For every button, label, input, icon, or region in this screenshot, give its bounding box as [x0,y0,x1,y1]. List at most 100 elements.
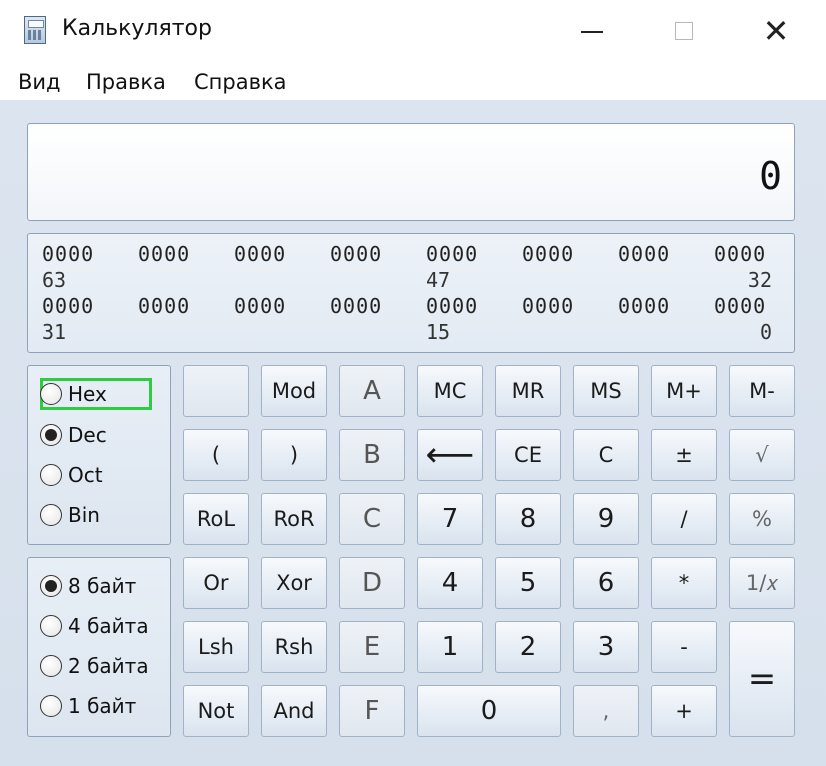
xor-button[interactable]: Xor [261,557,327,609]
radio-label: 1 байт [68,694,137,718]
bit-nibble[interactable]: 0000 [618,242,670,266]
hex-f-button[interactable]: F [339,685,405,737]
not-button[interactable]: Not [183,685,249,737]
radio-label: 4 байта [68,614,149,638]
radio-label: Oct [68,463,103,487]
bit-nibble[interactable]: 0000 [714,294,766,318]
radio-bin[interactable]: Bin [40,500,100,530]
radio-hex[interactable]: Hex [40,379,107,409]
digit-6-button[interactable]: 6 [573,557,639,609]
bit-nibble[interactable]: 0000 [42,242,94,266]
digit-4-button[interactable]: 4 [417,557,483,609]
window-title: Калькулятор [62,16,212,41]
radio-8-bytes[interactable]: 8 байт [40,571,136,601]
radio-unchecked-icon [40,615,62,637]
digit-8-button[interactable]: 8 [495,493,561,545]
hex-d-button[interactable]: D [339,557,405,609]
mod-button[interactable]: Mod [261,365,327,417]
bit-nibble[interactable]: 0000 [138,294,190,318]
radio-checked-icon [40,575,62,597]
left-paren-button[interactable]: ( [183,429,249,481]
hex-b-button[interactable]: B [339,429,405,481]
radio-unchecked-icon [40,464,62,486]
bit-nibble[interactable]: 0000 [426,294,478,318]
bit-nibble[interactable]: 0000 [234,294,286,318]
close-button[interactable]: ✕ [730,0,822,62]
blank-button[interactable] [183,365,249,417]
radio-1-byte[interactable]: 1 байт [40,691,136,721]
radio-4-bytes[interactable]: 4 байта [40,611,149,641]
and-button[interactable]: And [261,685,327,737]
radio-oct[interactable]: Oct [40,460,103,490]
close-icon: ✕ [762,12,790,50]
hex-c-button[interactable]: C [339,493,405,545]
add-button[interactable]: + [651,685,717,737]
display-value: 0 [759,154,782,198]
digit-7-button[interactable]: 7 [417,493,483,545]
decimal-button[interactable]: , [573,685,639,737]
backspace-button[interactable]: ⟵ [417,429,483,481]
ror-button[interactable]: RoR [261,493,327,545]
digit-5-button[interactable]: 5 [495,557,561,609]
radio-label: Bin [68,503,100,527]
ce-button[interactable]: CE [495,429,561,481]
m-minus-button[interactable]: M- [729,365,795,417]
maximize-button[interactable] [638,0,730,62]
bit-nibble[interactable]: 0000 [426,242,478,266]
bit-index: 31 [42,320,67,344]
word-size-group: 8 байт 4 байта 2 байта 1 байт [27,557,171,737]
or-button[interactable]: Or [183,557,249,609]
mr-button[interactable]: MR [495,365,561,417]
bit-display: 0000 0000 0000 0000 0000 0000 0000 0000 … [27,233,795,353]
minimize-button[interactable] [546,0,638,62]
plus-minus-button[interactable]: ± [651,429,717,481]
menu-view[interactable]: Вид [18,70,61,94]
radio-2-bytes[interactable]: 2 байта [40,651,149,681]
multiply-button[interactable]: * [651,557,717,609]
radio-dec[interactable]: Dec [40,420,107,450]
equals-button[interactable]: = [729,621,795,737]
percent-button[interactable]: % [729,493,795,545]
backspace-arrow-icon: ⟵ [425,435,475,475]
bit-nibble[interactable]: 0000 [42,294,94,318]
rsh-button[interactable]: Rsh [261,621,327,673]
calculator-app-icon [24,16,46,44]
divide-button[interactable]: / [651,493,717,545]
hex-a-button[interactable]: A [339,365,405,417]
bit-nibble[interactable]: 0000 [234,242,286,266]
digit-9-button[interactable]: 9 [573,493,639,545]
menu-edit[interactable]: Правка [86,70,166,94]
bit-nibble[interactable]: 0000 [714,242,766,266]
calculator-body: 0 0000 0000 0000 0000 0000 0000 0000 000… [0,100,826,766]
radio-label: 2 байта [68,654,149,678]
bit-nibble[interactable]: 0000 [522,294,574,318]
subtract-button[interactable]: - [651,621,717,673]
maximize-icon [675,22,693,40]
bit-nibble[interactable]: 0000 [522,242,574,266]
m-plus-button[interactable]: M+ [651,365,717,417]
ms-button[interactable]: MS [573,365,639,417]
reciprocal-button[interactable]: 1/𝑥 [729,557,795,609]
radio-label: 8 байт [68,574,137,598]
lsh-button[interactable]: Lsh [183,621,249,673]
hex-e-button[interactable]: E [339,621,405,673]
mc-button[interactable]: MC [417,365,483,417]
bit-nibble[interactable]: 0000 [138,242,190,266]
bit-index: 32 [747,268,772,292]
clear-button[interactable]: C [573,429,639,481]
digit-0-button[interactable]: 0 [417,685,561,737]
radio-unchecked-icon [40,383,62,405]
digit-3-button[interactable]: 3 [573,621,639,673]
menu-bar: Вид Правка Справка [0,62,826,100]
bit-nibble[interactable]: 0000 [330,242,382,266]
digit-1-button[interactable]: 1 [417,621,483,673]
menu-help[interactable]: Справка [194,70,287,94]
digit-2-button[interactable]: 2 [495,621,561,673]
radio-unchecked-icon [40,655,62,677]
bit-nibble[interactable]: 0000 [330,294,382,318]
right-paren-button[interactable]: ) [261,429,327,481]
bit-nibble[interactable]: 0000 [618,294,670,318]
sqrt-button[interactable]: √ [729,429,795,481]
rol-button[interactable]: RoL [183,493,249,545]
radio-label: Hex [68,382,107,406]
